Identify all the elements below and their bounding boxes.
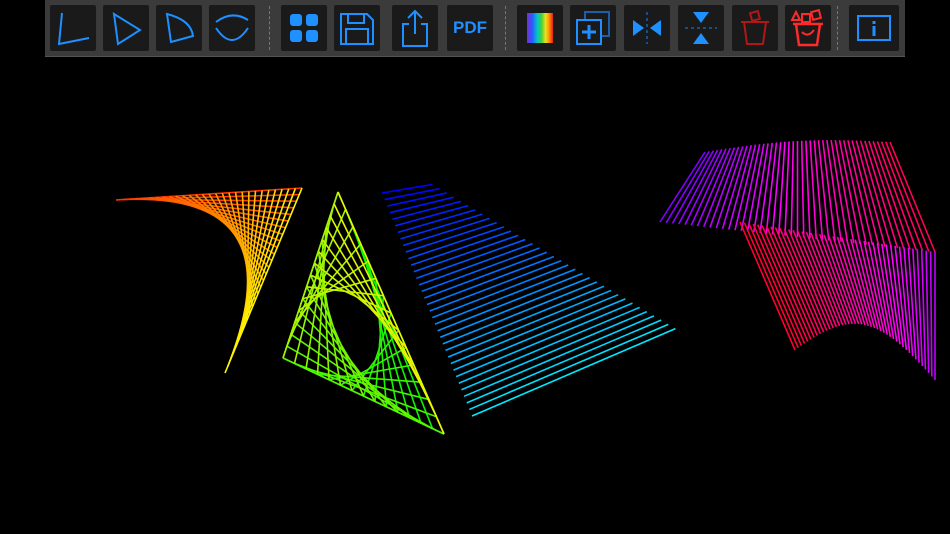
- triangle-tool-button[interactable]: [103, 5, 149, 51]
- pdf-label: PDF: [453, 18, 487, 37]
- string-line: [450, 293, 619, 365]
- string-line: [453, 298, 626, 371]
- string-art-curve[interactable]: [659, 140, 936, 380]
- string-line: [437, 272, 583, 332]
- string-line: [838, 140, 861, 244]
- sector-icon: [165, 12, 195, 44]
- grid-icon: [290, 14, 318, 42]
- duplicate-button[interactable]: [570, 5, 616, 51]
- string-line: [727, 145, 753, 230]
- angle-icon: [57, 12, 90, 46]
- angle-tool-button[interactable]: [50, 5, 96, 51]
- string-line: [739, 221, 796, 351]
- string-line: [455, 302, 633, 378]
- string-line: [734, 144, 757, 231]
- string-line: [752, 223, 806, 344]
- string-art-sector[interactable]: [381, 183, 676, 417]
- mirror-horizontal-icon: [633, 12, 661, 44]
- curve-icon: [215, 14, 249, 41]
- string-line: [424, 251, 548, 299]
- string-line: [842, 140, 868, 245]
- trash-all-icon: [790, 8, 823, 47]
- trash-icon: [741, 9, 769, 45]
- sector-tool-button[interactable]: [156, 5, 202, 51]
- string-line: [461, 310, 648, 391]
- rainbow-icon: [527, 13, 553, 43]
- pdf-export-button[interactable]: PDF: [447, 5, 493, 51]
- floppy-disk-icon: [340, 13, 374, 45]
- string-line: [817, 140, 830, 241]
- string-line: [400, 213, 483, 240]
- toolbar-separator: [269, 6, 270, 50]
- toolbar-separator: [837, 6, 838, 50]
- curve-tool-button[interactable]: [209, 5, 255, 51]
- mirror-vertical-button[interactable]: [678, 5, 724, 51]
- string-line: [671, 150, 715, 224]
- string-line: [384, 187, 440, 201]
- string-line: [387, 192, 447, 207]
- delete-selected-button[interactable]: [732, 5, 778, 51]
- mirror-vertical-icon: [685, 12, 717, 44]
- mirror-horizontal-button[interactable]: [624, 5, 670, 51]
- string-line: [434, 268, 576, 325]
- string-line: [929, 251, 933, 377]
- string-line: [790, 141, 795, 237]
- triangle-icon: [112, 12, 142, 46]
- duplicate-icon: [576, 11, 610, 45]
- string-line: [227, 188, 297, 367]
- string-line: [784, 141, 790, 236]
- save-button[interactable]: [334, 5, 380, 51]
- string-art-triangle[interactable]: [282, 191, 445, 435]
- string-line: [413, 234, 519, 273]
- drawing-canvas[interactable]: [0, 56, 950, 534]
- string-line: [337, 191, 445, 435]
- string-art-angle[interactable]: [115, 187, 303, 374]
- string-line: [805, 140, 811, 239]
- color-palette-button[interactable]: [517, 5, 563, 51]
- toolbar: PDF: [45, 0, 905, 57]
- string-line: [389, 196, 455, 214]
- string-line: [800, 140, 805, 238]
- string-line: [410, 230, 512, 266]
- share-button[interactable]: [392, 5, 438, 51]
- string-line: [756, 224, 809, 342]
- info-icon: [857, 15, 891, 41]
- delete-all-button[interactable]: [785, 5, 831, 51]
- string-line: [463, 315, 655, 398]
- info-button[interactable]: [849, 5, 899, 51]
- string-line: [765, 142, 778, 234]
- gallery-button[interactable]: [281, 5, 327, 51]
- string-line: [426, 255, 555, 306]
- string-line: [925, 250, 930, 373]
- string-line: [402, 217, 490, 247]
- share-icon: [402, 9, 428, 47]
- toolbar-separator: [505, 6, 506, 50]
